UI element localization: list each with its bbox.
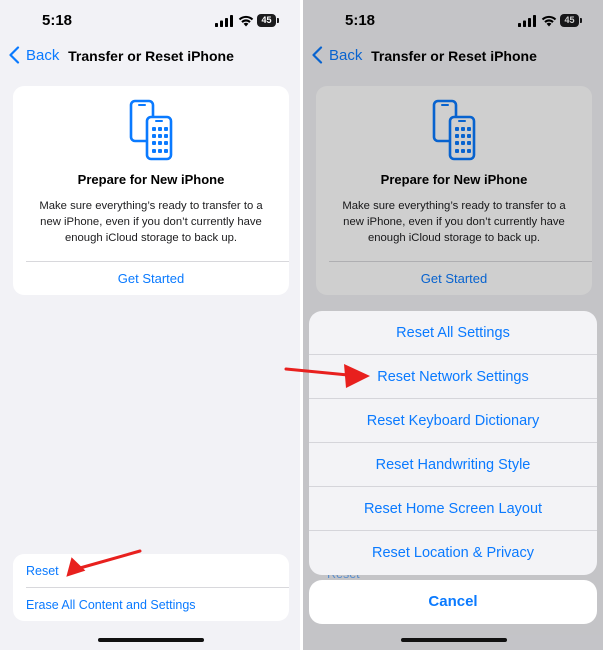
prepare-card: Prepare for New iPhone Make sure everyth… — [316, 86, 592, 295]
card-description: Make sure everything’s ready to transfer… — [342, 200, 566, 244]
reset-location-privacy-option[interactable]: Reset Location & Privacy — [309, 531, 597, 575]
battery-level: 45 — [564, 15, 575, 25]
erase-all-content-button[interactable]: Erase All Content and Settings — [26, 598, 196, 612]
phones-transfer-icon — [432, 99, 476, 161]
cellular-signal-icon — [215, 15, 233, 27]
reset-all-settings-option[interactable]: Reset All Settings — [309, 311, 597, 355]
group-divider — [26, 587, 289, 588]
status-time: 5:18 — [345, 12, 376, 29]
page-title: Transfer or Reset iPhone — [68, 48, 234, 64]
get-started-button[interactable]: Get Started — [13, 271, 289, 286]
home-indicator — [98, 638, 204, 642]
page-title: Transfer or Reset iPhone — [371, 48, 537, 64]
wifi-icon — [238, 15, 254, 27]
card-description: Make sure everything’s ready to transfer… — [39, 200, 263, 244]
phones-transfer-icon — [129, 99, 173, 161]
battery-icon: 45 — [560, 14, 582, 27]
prepare-card: Prepare for New iPhone Make sure everyth… — [13, 86, 289, 295]
status-bar: 5:18 45 — [303, 0, 603, 42]
card-title: Prepare for New iPhone — [380, 172, 528, 187]
cancel-button[interactable]: Cancel — [309, 580, 597, 624]
get-started-button[interactable]: Get Started — [316, 271, 592, 286]
home-indicator — [401, 638, 507, 642]
card-title: Prepare for New iPhone — [77, 172, 225, 187]
battery-level: 45 — [261, 15, 272, 25]
navigation-bar: Back Transfer or Reset iPhone — [0, 44, 300, 70]
status-bar: 5:18 45 — [0, 0, 300, 42]
wifi-icon — [541, 15, 557, 27]
left-screenshot: 5:18 45 Back Transfer or Reset iPhone Pr… — [0, 0, 300, 650]
cellular-signal-icon — [518, 15, 536, 27]
reset-options-group: Reset Erase All Content and Settings — [13, 554, 289, 621]
annotation-arrow-icon — [66, 549, 142, 577]
right-screenshot: 5:18 45 Back Transfer or Reset iPhone Pr… — [303, 0, 603, 650]
reset-home-screen-layout-option[interactable]: Reset Home Screen Layout — [309, 487, 597, 531]
annotation-arrow-icon — [284, 364, 370, 388]
navigation-bar: Back Transfer or Reset iPhone — [303, 44, 603, 70]
card-divider — [329, 261, 592, 262]
reset-keyboard-dictionary-option[interactable]: Reset Keyboard Dictionary — [309, 399, 597, 443]
card-divider — [26, 261, 289, 262]
reset-action-sheet: Reset All Settings Reset Network Setting… — [309, 311, 597, 575]
status-time: 5:18 — [42, 12, 73, 29]
reset-handwriting-style-option[interactable]: Reset Handwriting Style — [309, 443, 597, 487]
battery-icon: 45 — [257, 14, 279, 27]
reset-button[interactable]: Reset — [26, 564, 59, 578]
